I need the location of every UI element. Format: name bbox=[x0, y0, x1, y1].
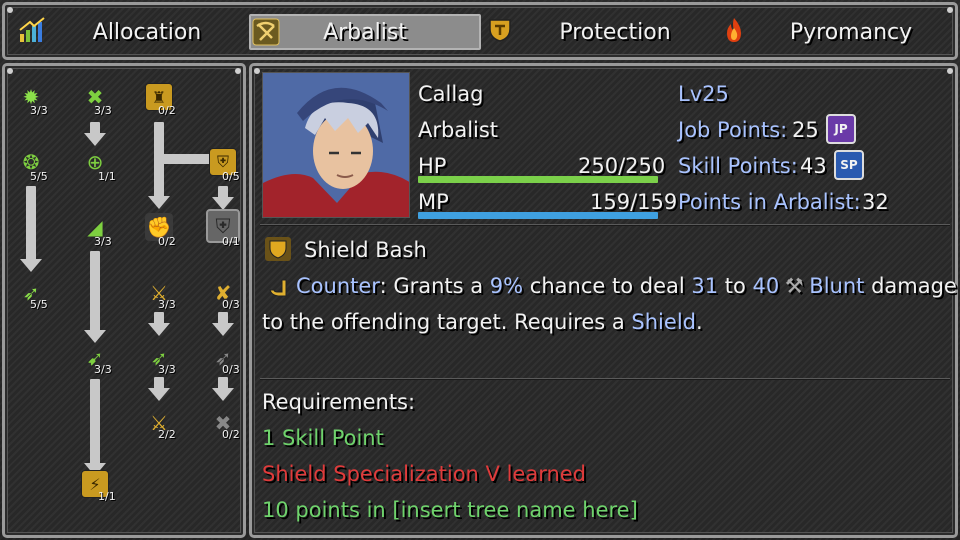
prerequisite-arrow bbox=[84, 251, 106, 343]
counter-keyword: Counter bbox=[296, 274, 380, 298]
tab-pyromancy-label: Pyromancy bbox=[789, 19, 913, 45]
skill-node-count: 0/3 bbox=[222, 298, 240, 311]
prerequisite-arrow bbox=[148, 377, 170, 401]
skill-details-panel: Callag Arbalist HP 250/250 MP 159/159 Lv… bbox=[249, 63, 958, 538]
skill-node-count: 3/3 bbox=[94, 363, 112, 376]
crossbow-icon bbox=[251, 17, 281, 47]
prerequisite-arrow bbox=[20, 186, 42, 272]
character-portrait bbox=[262, 72, 410, 218]
requirements-title: Requirements: bbox=[262, 390, 416, 414]
prerequisite-arrow bbox=[84, 379, 106, 476]
bar-chart-icon bbox=[17, 15, 47, 45]
shield-icon bbox=[485, 15, 515, 45]
requirement-item: 10 points in [insert tree name here] bbox=[262, 498, 638, 522]
hp-bar-track bbox=[418, 176, 658, 183]
hp-value: 250/250 bbox=[578, 154, 666, 178]
desc-text: to the offending target. Requires a bbox=[262, 310, 632, 334]
job-points-label: Job Points: bbox=[678, 118, 788, 142]
hp-bar-fill bbox=[418, 176, 658, 183]
skill-node-count: 5/5 bbox=[30, 298, 48, 311]
skill-points-value: 43 bbox=[800, 154, 827, 178]
requirement-item: 1 Skill Point bbox=[262, 426, 384, 450]
desc-text: : Grants a bbox=[379, 274, 490, 298]
mp-bar-fill bbox=[418, 212, 658, 219]
skill-points-badge-text: SP bbox=[840, 158, 858, 172]
skill-node-count: 1/1 bbox=[98, 170, 116, 183]
desc-text: damage bbox=[864, 274, 957, 298]
skill-node-count: 1/1 bbox=[98, 490, 116, 503]
skill-name: Shield Bash bbox=[304, 238, 427, 262]
damage-element: Blunt bbox=[809, 274, 865, 298]
desc-text: . bbox=[695, 310, 703, 334]
divider bbox=[260, 224, 950, 226]
skill-points-label: Skill Points: bbox=[678, 154, 798, 178]
prerequisite-arrow bbox=[212, 377, 234, 401]
chance-value: 9% bbox=[489, 274, 524, 298]
desc-text: to bbox=[718, 274, 753, 298]
requirement-item: Shield Specialization V learned bbox=[262, 462, 587, 486]
points-in-value: 32 bbox=[862, 190, 889, 214]
counter-icon bbox=[266, 276, 290, 298]
skill-node-count: 0/2 bbox=[158, 235, 176, 248]
blunt-icon: ⚒ bbox=[784, 274, 804, 298]
job-points-badge-icon: JP bbox=[826, 114, 856, 144]
skill-node-count: 3/3 bbox=[94, 235, 112, 248]
mp-bar-track bbox=[418, 212, 658, 219]
fire-icon bbox=[719, 15, 749, 45]
skill-node-count: 0/2 bbox=[158, 104, 176, 117]
skill-node-count: 3/3 bbox=[158, 298, 176, 311]
job-points-value: 25 bbox=[792, 118, 819, 142]
skill-node-count: 0/3 bbox=[222, 363, 240, 376]
skill-node-count: 3/3 bbox=[30, 104, 48, 117]
skill-description-line2: to the offending target. Requires a Shie… bbox=[262, 310, 703, 334]
tab-protection[interactable]: Protection bbox=[515, 14, 715, 50]
mp-value: 159/159 bbox=[590, 190, 678, 214]
hp-label: HP bbox=[418, 154, 447, 178]
skill-node-count: 3/3 bbox=[94, 104, 112, 117]
skill-node-count: 0/1 bbox=[222, 235, 240, 248]
skill-node-count: 5/5 bbox=[30, 170, 48, 183]
skill-description-line1: Counter: Grants a 9% chance to deal 31 t… bbox=[296, 274, 957, 298]
shield-bash-skill-icon bbox=[264, 236, 292, 262]
skill-points-badge-icon: SP bbox=[834, 150, 864, 180]
tab-pyromancy[interactable]: Pyromancy bbox=[753, 14, 949, 50]
prerequisite-arrow bbox=[84, 122, 106, 146]
skill-node-count: 2/2 bbox=[158, 428, 176, 441]
skill-node-count: 0/5 bbox=[222, 170, 240, 183]
damage-min: 31 bbox=[691, 274, 719, 298]
skill-tree-panel: ✹ 3/3 ❂ 5/5 ➶ 5/5 ✖ 3/3 ⊕ 1/1 ◢ 3/3 ➹ 3/… bbox=[2, 63, 246, 538]
character-job: Arbalist bbox=[418, 118, 499, 142]
skill-node-count: 0/2 bbox=[222, 428, 240, 441]
job-points-badge-text: JP bbox=[834, 122, 848, 136]
mp-label: MP bbox=[418, 190, 449, 214]
skill-node-count: 3/3 bbox=[158, 363, 176, 376]
tab-allocation[interactable]: Allocation bbox=[57, 14, 237, 50]
tab-protection-label: Protection bbox=[559, 19, 671, 45]
prerequisite-arrow bbox=[148, 312, 170, 336]
tab-arbalist[interactable]: Arbalist bbox=[249, 14, 481, 50]
character-name: Callag bbox=[418, 82, 484, 106]
double-shield-icon: ⛨ bbox=[216, 152, 229, 171]
prerequisite-arrow bbox=[212, 312, 234, 336]
tab-arbalist-label: Arbalist bbox=[323, 19, 407, 45]
tab-bar: Allocation Arbalist Protection Pyromancy bbox=[2, 2, 958, 60]
level-text: Lv25 bbox=[678, 82, 729, 106]
prerequisite-arrow bbox=[212, 186, 234, 210]
tab-allocation-label: Allocation bbox=[92, 19, 202, 45]
damage-max: 40 bbox=[752, 274, 780, 298]
required-item: Shield bbox=[631, 310, 696, 334]
divider bbox=[260, 378, 950, 380]
points-in-label: Points in Arbalist: bbox=[678, 190, 861, 214]
desc-text: chance to deal bbox=[523, 274, 692, 298]
